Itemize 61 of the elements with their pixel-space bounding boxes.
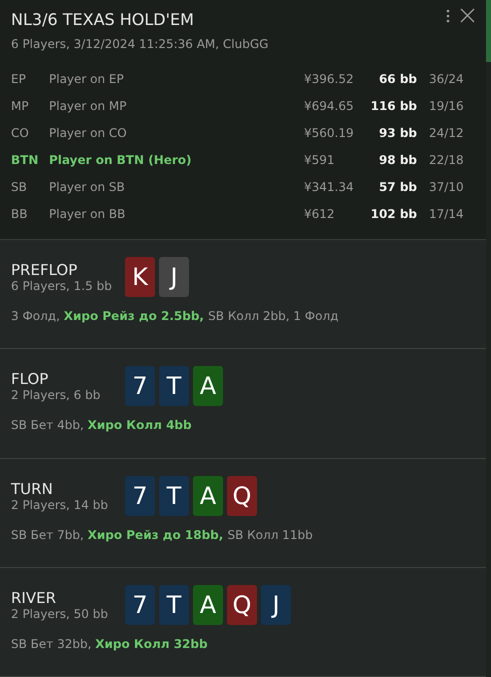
more-icon[interactable] (446, 8, 450, 22)
player-stats: 17/14 (428, 206, 465, 220)
hand-title: NL3/6 TEXAS HOLD'EM (11, 10, 194, 29)
player-stats: 22/18 (428, 152, 465, 166)
player-stack: ¥612 (304, 206, 336, 220)
street-name: PREFLOP (11, 261, 78, 279)
player-stack: ¥560.19 (304, 126, 355, 140)
scrollbar-thumb[interactable] (486, 0, 491, 62)
playing-card: Q (227, 476, 257, 516)
player-position: CO (11, 126, 30, 140)
street-actions: 3 Фолд, Хиро Рейз до 2.5bb, SB Колл 2bb, 1 Фолд (11, 309, 340, 323)
street-actions: SB Бет 4bb, Хиро Колл 4bb (11, 418, 193, 432)
player-stack-bb: 102 bb (370, 206, 417, 220)
close-icon[interactable] (460, 8, 475, 23)
playing-card: K (125, 257, 155, 297)
playing-card: T (159, 476, 189, 516)
street-info: 2 Players, 6 bb (11, 388, 102, 402)
player-name: Player on BTN (Hero) (49, 152, 193, 166)
playing-card: A (193, 476, 223, 516)
player-position: BB (11, 206, 28, 220)
player-stats: 36/24 (428, 72, 465, 86)
player-stack: ¥396.52 (304, 72, 355, 86)
playing-card: T (159, 584, 189, 625)
player-stack-bb: 116 bb (370, 98, 417, 112)
playing-card: T (159, 366, 189, 406)
player-position: BTN (11, 152, 40, 166)
player-stack-bb: 93 bb (378, 126, 417, 140)
player-position: SB (11, 180, 28, 194)
player-position: MP (11, 98, 30, 112)
player-name: Player on SB (49, 180, 126, 194)
player-stack: ¥694.65 (304, 98, 355, 112)
street-name: RIVER (11, 588, 58, 607)
street-actions: SB Бет 32bb, Хиро Колл 32bb (11, 636, 209, 651)
playing-card: 7 (125, 584, 155, 625)
street-actions: SB Бет 7bb, Хиро Рейз до 18bb, SB Колл 11bb (11, 528, 314, 542)
playing-card: A (193, 366, 223, 406)
playing-card: 7 (125, 366, 155, 406)
street-info: 6 Players, 1.5 bb (11, 279, 113, 293)
player-name: Player on EP (49, 72, 125, 86)
player-stack: ¥591 (304, 152, 336, 166)
player-stack-bb: 57 bb (378, 180, 417, 194)
playing-card: 7 (125, 476, 155, 516)
street-info: 2 Players, 50 bb (11, 606, 109, 621)
street-info: 2 Players, 14 bb (11, 498, 109, 512)
player-name: Player on CO (49, 126, 128, 140)
player-stats: 24/12 (428, 126, 465, 140)
player-name: Player on BB (49, 206, 126, 220)
player-stack-bb: 98 bb (378, 152, 417, 166)
playing-card: Q (227, 584, 257, 625)
player-stats: 19/16 (428, 98, 465, 112)
street-name: FLOP (11, 370, 50, 388)
player-position: EP (11, 72, 27, 86)
playing-card: J (159, 257, 189, 297)
player-stack: ¥341.34 (304, 180, 355, 194)
playing-card: J (261, 584, 291, 625)
playing-card: A (193, 584, 223, 625)
street-name: TURN (11, 480, 54, 498)
hand-subtitle: 6 Players, 3/12/2024 11:25:36 AM, ClubGG (11, 37, 270, 51)
player-name: Player on MP (49, 98, 128, 112)
player-stack-bb: 66 bb (378, 72, 417, 86)
player-stats: 37/10 (428, 180, 465, 194)
